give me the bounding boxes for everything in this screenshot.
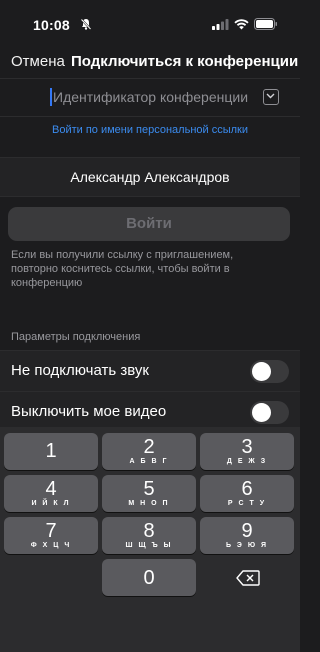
toggle-knob xyxy=(252,362,271,381)
option-label: Выключить мое видео xyxy=(11,403,167,420)
key-digit: 0 xyxy=(143,567,155,589)
meeting-id-input[interactable] xyxy=(53,87,253,107)
wifi-icon xyxy=(234,18,249,29)
no-audio-toggle[interactable] xyxy=(250,360,289,383)
key-digit: 1 xyxy=(45,440,57,462)
display-name-row[interactable]: Александр Александров xyxy=(0,157,300,197)
key-digit: 7 xyxy=(45,520,57,542)
key-letters: М Н О П xyxy=(128,500,170,507)
cellular-signal-icon xyxy=(212,18,229,30)
key-digit: 3 xyxy=(241,436,253,458)
meeting-id-row xyxy=(0,78,300,117)
key-7[interactable]: 7 Ф Х Ц Ч xyxy=(4,517,98,554)
key-1[interactable]: 1 xyxy=(4,433,98,470)
text-cursor xyxy=(50,88,52,106)
section-title-join-options: Параметры подключения xyxy=(11,331,141,343)
key-3[interactable]: 3 Д Е Ж З xyxy=(200,433,294,470)
join-with-personal-link-name-link[interactable]: Войти по имени персональной ссылки xyxy=(0,124,300,136)
meeting-history-dropdown[interactable] xyxy=(263,89,279,105)
option-video-off: Выключить мое видео xyxy=(0,391,300,432)
key-4[interactable]: 4 И Й К Л xyxy=(4,475,98,512)
key-letters: Ф Х Ц Ч xyxy=(30,542,72,549)
key-6[interactable]: 6 Р С Т У xyxy=(200,475,294,512)
key-9[interactable]: 9 Ь Э Ю Я xyxy=(200,517,294,554)
display-name-field[interactable]: Александр Александров xyxy=(0,169,300,185)
cancel-button[interactable]: Отмена xyxy=(11,53,65,70)
key-letters: Ш Щ Ъ Ы xyxy=(125,542,173,549)
option-no-audio: Не подключать звук xyxy=(0,350,300,391)
chevron-down-icon xyxy=(266,93,275,99)
battery-icon xyxy=(254,18,277,30)
key-letters: Ь Э Ю Я xyxy=(225,542,269,549)
video-off-toggle[interactable] xyxy=(250,401,289,424)
key-digit: 8 xyxy=(143,520,155,542)
key-letters: А Б В Г xyxy=(129,458,169,465)
join-button[interactable]: Войти xyxy=(8,207,290,241)
option-label: Не подключать звук xyxy=(11,362,149,379)
key-digit: 2 xyxy=(143,436,155,458)
key-0[interactable]: 0 xyxy=(102,559,196,596)
navigation-bar: Отмена Подключиться к конференции xyxy=(0,44,300,80)
status-bar: 10:08 xyxy=(0,0,300,44)
invitation-hint: Если вы получили ссылку с приглашением, … xyxy=(11,249,234,289)
page-title: Подключиться к конференции xyxy=(71,53,299,70)
key-digit: 9 xyxy=(241,520,253,542)
key-8[interactable]: 8 Ш Щ Ъ Ы xyxy=(102,517,196,554)
backspace-icon[interactable] xyxy=(236,570,260,586)
key-letters: Р С Т У xyxy=(227,500,267,507)
toggle-knob xyxy=(252,403,271,422)
key-letters: И Й К Л xyxy=(31,500,71,507)
key-digit: 5 xyxy=(143,478,155,500)
key-digit: 4 xyxy=(45,478,57,500)
status-time: 10:08 xyxy=(33,17,70,33)
silent-bell-icon xyxy=(80,18,92,30)
key-2[interactable]: 2 А Б В Г xyxy=(102,433,196,470)
key-letters: Д Е Ж З xyxy=(226,458,268,465)
key-5[interactable]: 5 М Н О П xyxy=(102,475,196,512)
key-digit: 6 xyxy=(241,478,253,500)
